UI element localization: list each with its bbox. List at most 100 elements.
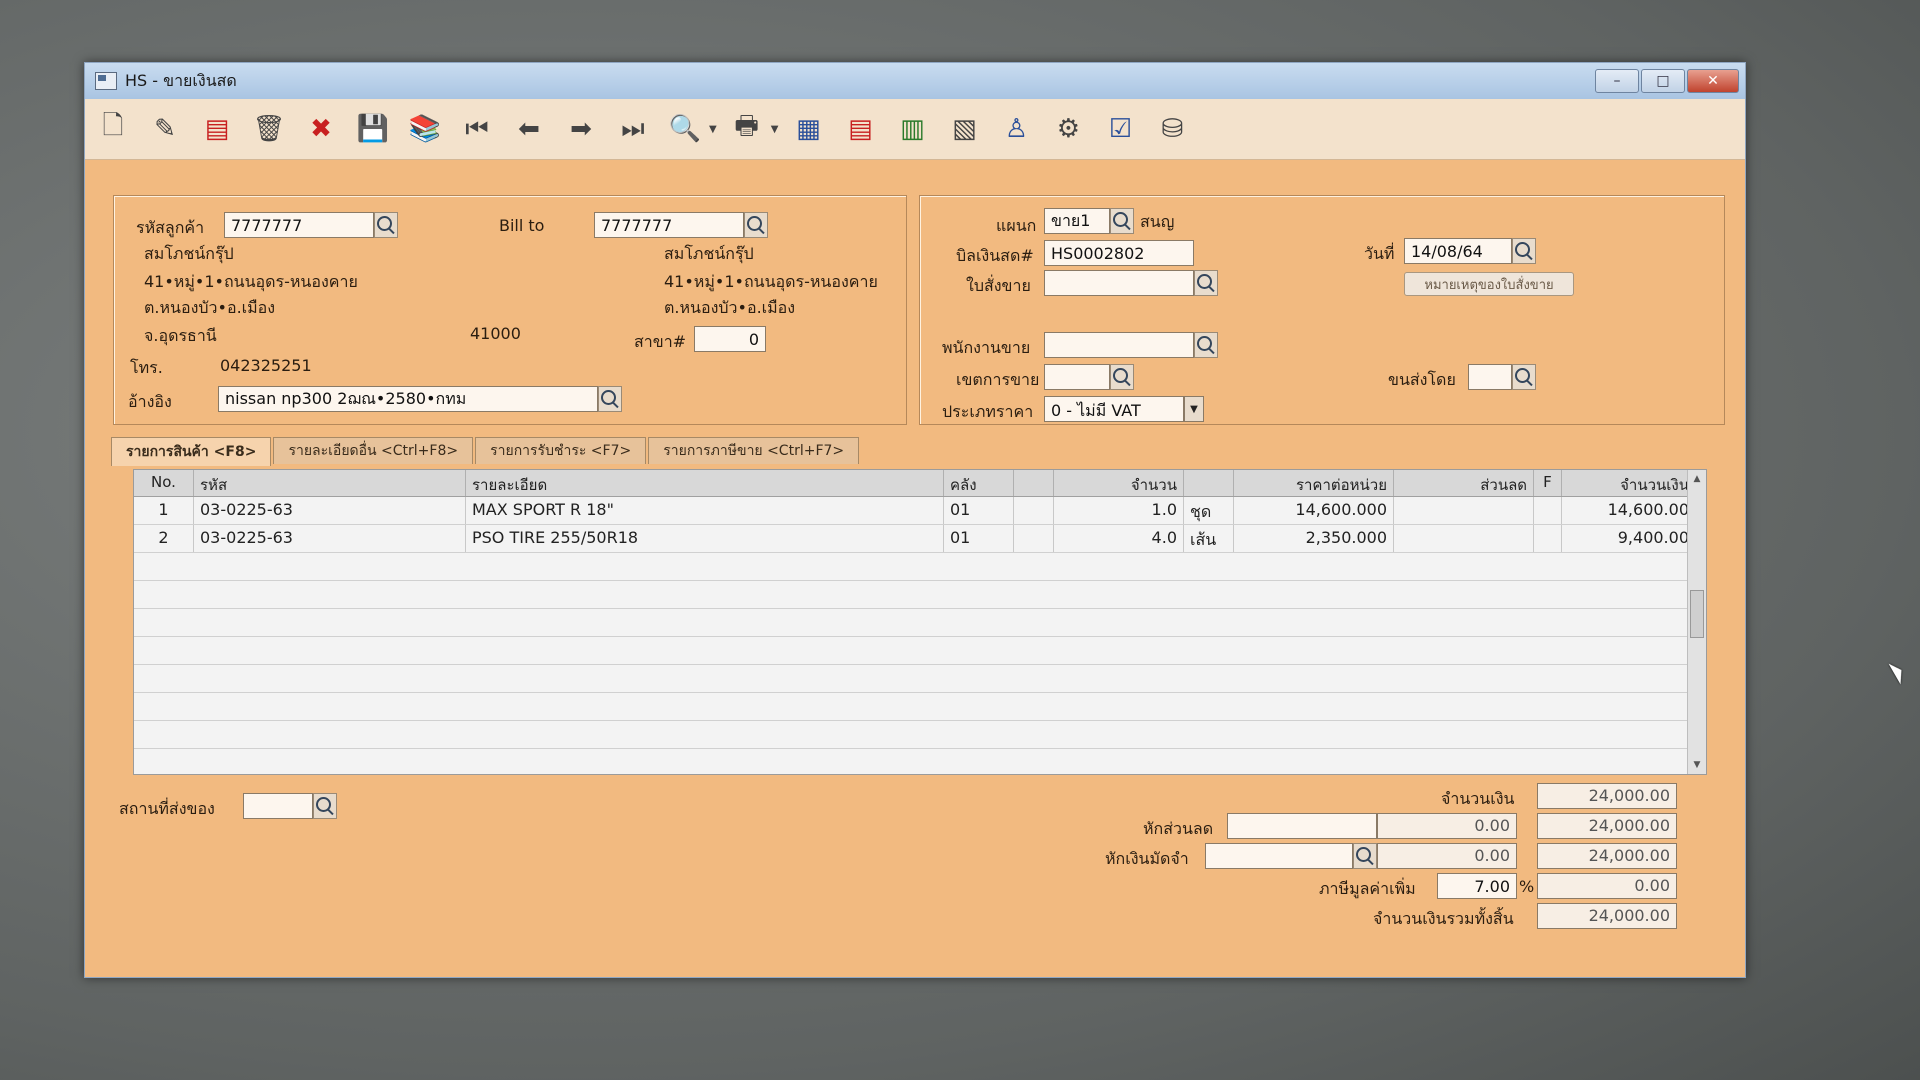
sales-area-label: เขตการขาย [956,370,1040,389]
maximize-button[interactable]: □ [1641,69,1685,93]
table-row-empty[interactable] [134,693,1706,721]
customer-name: สมโภชน์กรุ๊ป [144,244,234,263]
cell-code: 03-0225-63 [194,525,466,552]
tab-other-details[interactable]: รายละเอียดอื่น <Ctrl+F8> [273,437,474,464]
salesperson-search-button[interactable] [1194,332,1218,358]
billto-addr1: 41•หมู่•1•ถนนอุดร-หนองคาย [664,272,878,291]
tab-sales-tax[interactable]: รายการภาษีขาย <Ctrl+F7> [648,437,860,464]
next-record-icon[interactable]: ➡ [559,107,603,151]
col-qty[interactable]: จำนวน [1054,470,1184,496]
table-row[interactable]: 2 03-0225-63 PSO TIRE 255/50R18 01 4.0 เ… [134,525,1706,553]
new-doc-icon[interactable]: 🗋 [91,107,135,151]
vat-rate-input[interactable] [1437,873,1517,899]
prev-record-icon[interactable]: ⬅ [507,107,551,151]
salesperson-input[interactable] [1044,332,1194,358]
first-record-icon[interactable]: ⏮ [455,107,499,151]
col-blank[interactable] [1014,470,1054,496]
preview-icon[interactable]: 🔍 [663,107,707,151]
table-row-empty[interactable] [134,665,1706,693]
sales-order-note-button[interactable]: หมายเหตุของใบสั่งขาย [1404,272,1574,296]
reference-search-button[interactable] [598,386,622,412]
table-row-empty[interactable] [134,637,1706,665]
scroll-thumb[interactable] [1690,590,1704,638]
report3-icon[interactable]: ▥ [890,107,934,151]
dept-search-button[interactable] [1110,208,1134,234]
close-button[interactable]: ✕ [1687,69,1739,93]
reference-input[interactable] [218,386,598,412]
search-icon [1197,274,1212,289]
table-row[interactable]: 1 03-0225-63 MAX SPORT R 18" 01 1.0 ชุด … [134,497,1706,525]
table-row-empty[interactable] [134,721,1706,749]
table-scrollbar[interactable]: ▲ ▼ [1687,470,1706,774]
ship-by-input[interactable] [1468,364,1512,390]
col-code[interactable]: รหัส [194,470,466,496]
col-unit-price[interactable]: ราคาต่อหน่วย [1234,470,1394,496]
tab-items[interactable]: รายการสินค้า <F8> [111,437,272,466]
col-unit[interactable] [1184,470,1234,496]
items-table: No. รหัส รายละเอียด คลัง จำนวน ราคาต่อหน… [133,469,1707,775]
ok-icon[interactable]: ☑ [1098,107,1142,151]
database-icon[interactable]: ⛁ [1150,107,1194,151]
delete-bin-icon[interactable]: 🗑 [247,107,291,151]
tools-icon[interactable]: ⚙ [1046,107,1090,151]
sales-order-input[interactable] [1044,270,1194,296]
col-discount[interactable]: ส่วนลด [1394,470,1534,496]
last-record-icon[interactable]: ⏭ [611,107,655,151]
col-no[interactable]: No. [134,470,194,496]
date-picker-button[interactable] [1512,238,1536,264]
deposit-search-button[interactable] [1353,843,1377,869]
minimize-button[interactable]: – [1595,69,1639,93]
title-bar[interactable]: HS - ขายเงินสด – □ ✕ [85,63,1745,99]
ship-place-search-button[interactable] [313,793,337,819]
bill-no-label: บิลเงินสด# [956,246,1034,265]
tab-payments[interactable]: รายการรับชำระ <F7> [475,437,647,464]
scroll-up-icon[interactable]: ▲ [1688,470,1706,488]
col-amount[interactable]: จำนวนเงิน [1562,470,1696,496]
billto-search-button[interactable] [744,212,768,238]
sales-order-search-button[interactable] [1194,270,1218,296]
bill-no-input[interactable] [1044,240,1194,266]
col-description[interactable]: รายละเอียด [466,470,944,496]
save-icon[interactable]: 💾 [351,107,395,151]
date-input[interactable] [1404,238,1512,264]
cell-amount: 9,400.00 [1562,525,1696,552]
deposit-input[interactable] [1205,843,1353,869]
print-dropdown-icon[interactable]: ▼ [771,124,779,135]
report4-icon[interactable]: ▧ [942,107,986,151]
cell-no: 2 [134,525,194,552]
report2-icon[interactable]: ▤ [838,107,882,151]
cancel-icon[interactable]: ✖ [299,107,343,151]
deposit-label: หักเงินมัดจำ [1105,849,1189,868]
table-row-empty[interactable] [134,749,1706,774]
table-row-empty[interactable] [134,581,1706,609]
table-row-empty[interactable] [134,609,1706,637]
col-flag[interactable]: F [1534,470,1562,496]
approve-icon[interactable]: ♙ [994,107,1038,151]
stamp-icon[interactable]: ▤ [195,107,239,151]
col-warehouse[interactable]: คลัง [944,470,1014,496]
edit-icon[interactable]: ✎ [143,107,187,151]
customer-code-input[interactable] [224,212,374,238]
search-icon [747,216,762,231]
print-icon[interactable]: 🖶 [725,107,769,151]
branch-input[interactable] [694,326,766,352]
discount-input[interactable] [1227,813,1377,839]
ship-by-search-button[interactable] [1512,364,1536,390]
dept-input[interactable] [1044,208,1110,234]
billto-input[interactable] [594,212,744,238]
report1-icon[interactable]: ▦ [786,107,830,151]
table-row-empty[interactable] [134,553,1706,581]
chevron-down-icon[interactable]: ▼ [1184,396,1204,422]
preview-dropdown-icon[interactable]: ▼ [709,124,717,135]
cell-qty: 1.0 [1054,497,1184,524]
books-icon[interactable]: 📚 [403,107,447,151]
ship-place-input[interactable] [243,793,313,819]
customer-search-button[interactable] [374,212,398,238]
price-type-select[interactable]: 0 - ไม่มี VAT [1044,396,1184,422]
sales-area-input[interactable] [1044,364,1110,390]
table-header: No. รหัส รายละเอียด คลัง จำนวน ราคาต่อหน… [134,470,1706,497]
after-deposit-value: 24,000.00 [1537,843,1677,869]
scroll-down-icon[interactable]: ▼ [1688,756,1706,774]
cell-no: 1 [134,497,194,524]
sales-area-search-button[interactable] [1110,364,1134,390]
